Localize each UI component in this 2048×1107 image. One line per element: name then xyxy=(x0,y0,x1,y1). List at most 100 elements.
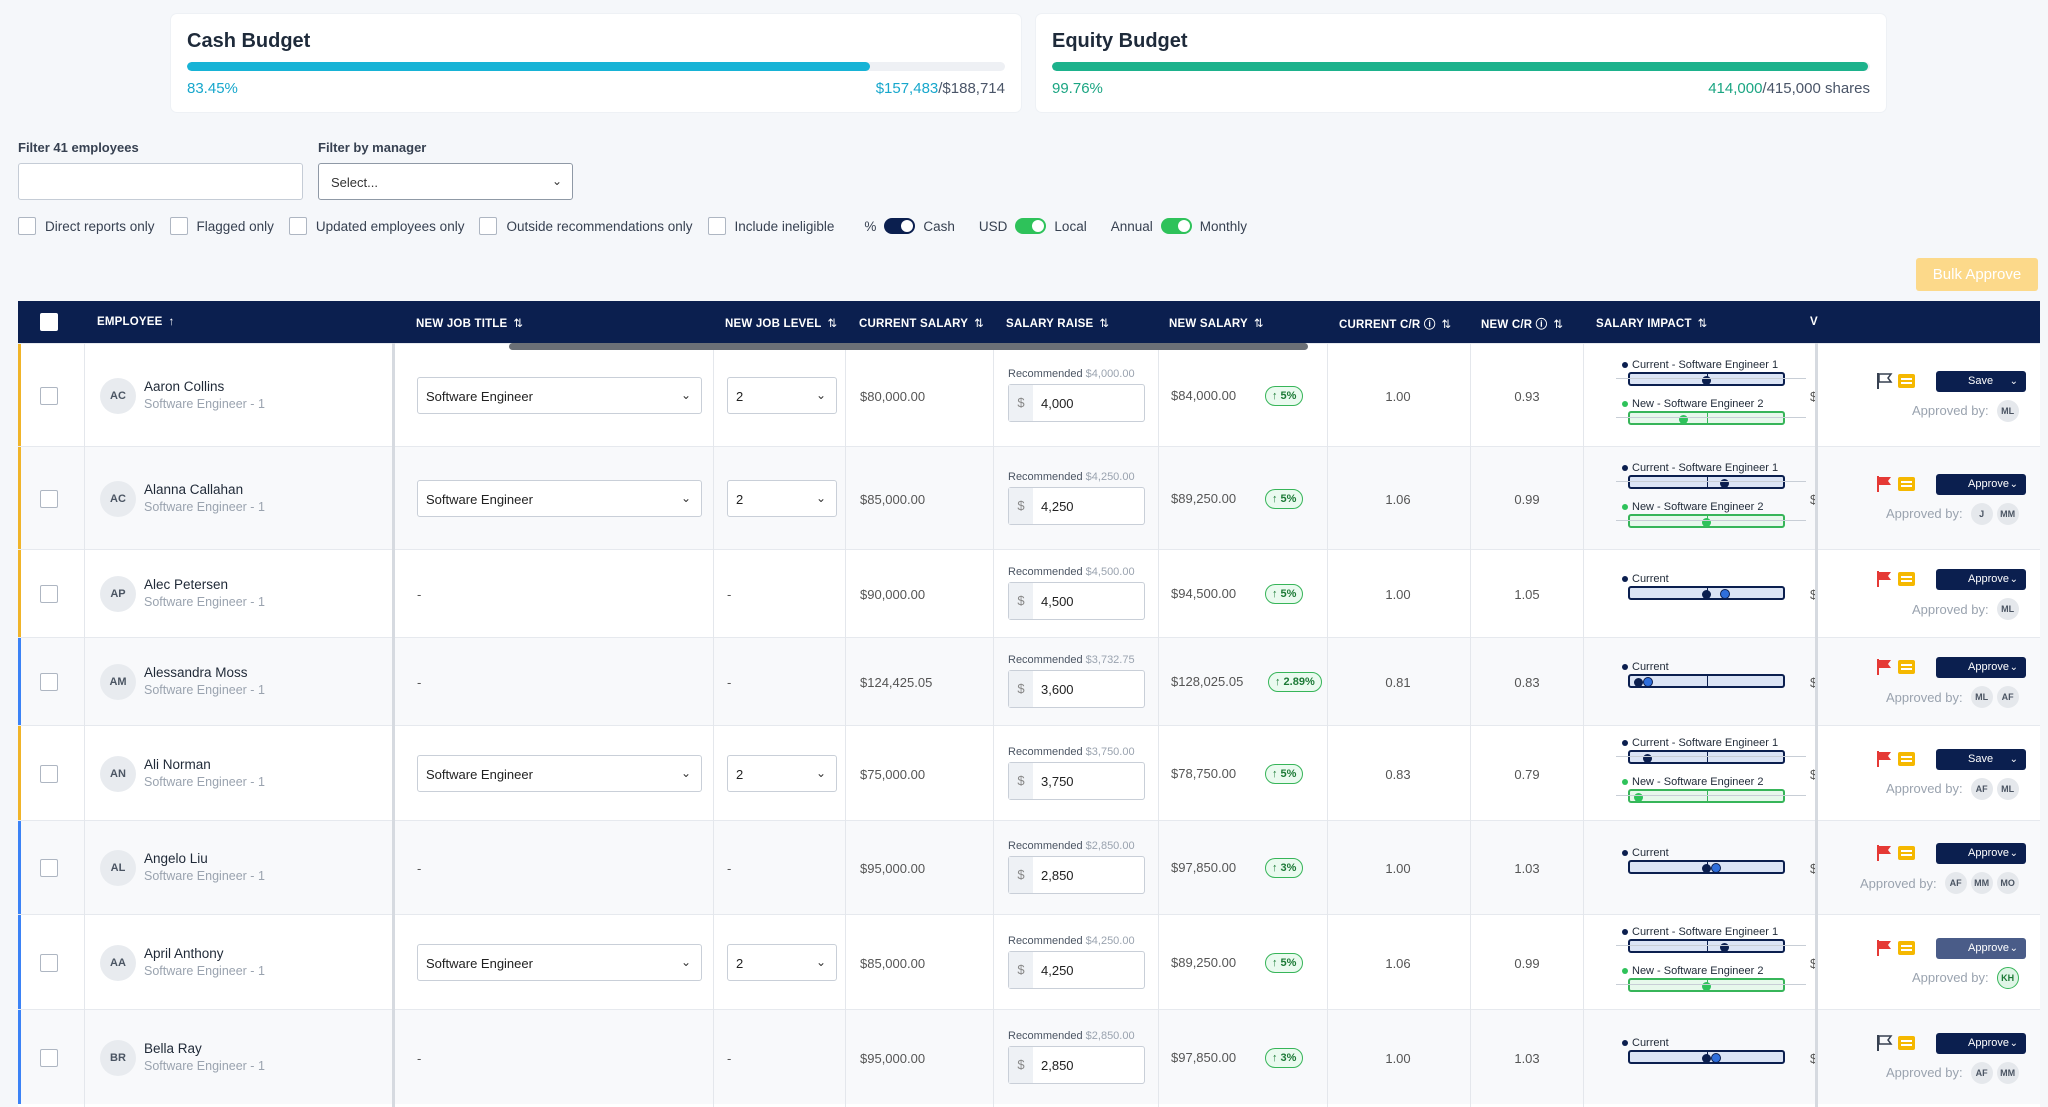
comment-icon[interactable] xyxy=(1898,572,1915,586)
column-current-salary[interactable]: CURRENT SALARY ⇅ xyxy=(859,316,984,330)
job-title-select[interactable]: Software Engineer ⌄ xyxy=(417,479,702,517)
comment-icon[interactable] xyxy=(1898,476,1915,491)
column-new-salary[interactable]: NEW SALARY ⇅ xyxy=(1169,316,1264,330)
flag-icon[interactable] xyxy=(1876,372,1894,390)
row-checkbox[interactable] xyxy=(40,386,58,405)
employee-name[interactable]: Aaron Collins xyxy=(144,379,224,394)
checkbox-box[interactable] xyxy=(169,217,188,235)
comment-icon[interactable] xyxy=(1898,373,1915,388)
comment-icon[interactable] xyxy=(1898,1035,1915,1050)
approve-button[interactable]: Approve ⌄ xyxy=(1936,937,2026,959)
approve-button[interactable]: Approve ⌄ xyxy=(1936,473,2026,495)
job-level-select[interactable]: 2 ⌄ xyxy=(727,943,837,981)
approve-button[interactable]: Approve ⌄ xyxy=(1936,843,2026,864)
row-checkbox[interactable] xyxy=(40,953,58,972)
job-level-select[interactable]: 2 ⌄ xyxy=(727,479,837,517)
select-all-checkbox[interactable] xyxy=(40,313,58,331)
job-title-select[interactable]: Software Engineer ⌄ xyxy=(417,754,702,792)
row-checkbox[interactable] xyxy=(40,1048,58,1067)
avatar: AL xyxy=(100,850,136,886)
horizontal-scrollbar[interactable] xyxy=(509,343,1308,350)
comment-icon[interactable] xyxy=(1898,751,1915,766)
comment-icon[interactable] xyxy=(1898,940,1915,955)
approve-button[interactable]: Approve ⌄ xyxy=(1936,1032,2026,1054)
salary-raise-input[interactable]: $4,500 xyxy=(1008,582,1145,620)
filter-employees-input[interactable] xyxy=(18,163,303,200)
salary-raise-input[interactable]: $2,850 xyxy=(1008,1045,1145,1084)
job-level-select[interactable]: 2 ⌄ xyxy=(727,376,837,414)
bulk-approve-button[interactable]: Bulk Approve xyxy=(1916,258,2038,291)
approve-button[interactable]: Approve ⌄ xyxy=(1936,657,2026,678)
salary-raise-input[interactable]: $4,250 xyxy=(1008,486,1145,525)
column-new-cr[interactable]: NEW C/R ⓘ ⇅ xyxy=(1481,316,1563,332)
row-checkbox[interactable] xyxy=(40,859,58,877)
approve-button[interactable]: Approve ⌄ xyxy=(1936,569,2026,590)
employee-name[interactable]: April Anthony xyxy=(144,946,224,961)
checkbox-direct-reports[interactable]: Direct reports only xyxy=(18,217,155,235)
row-actions-icons xyxy=(1876,844,1916,864)
salary-raise-input[interactable]: $2,850 xyxy=(1008,856,1145,894)
save-button[interactable]: Save ⌄ xyxy=(1936,370,2026,392)
column-employee[interactable]: EMPLOYEE ↑ xyxy=(97,316,174,328)
comment-icon[interactable] xyxy=(1898,846,1915,860)
job-title-value: Software Engineer xyxy=(426,491,533,507)
employee-name[interactable]: Alessandra Moss xyxy=(144,665,248,680)
toggle-annual-monthly[interactable]: Annual Monthly xyxy=(1111,218,1247,234)
current-salary-range-bar xyxy=(1628,860,1785,874)
job-level-select[interactable]: 2 ⌄ xyxy=(727,754,837,792)
column-job-title[interactable]: NEW JOB TITLE ⇅ xyxy=(416,316,523,330)
salary-raise-input[interactable]: $4,000 xyxy=(1008,383,1145,422)
employee-name[interactable]: Alec Petersen xyxy=(144,577,228,592)
sort-icon: ⇅ xyxy=(974,318,984,330)
column-current-cr[interactable]: CURRENT C/R ⓘ ⇅ xyxy=(1339,316,1451,332)
employee-name[interactable]: Angelo Liu xyxy=(144,851,208,866)
filter-manager-select[interactable]: Select... ⌄ xyxy=(318,163,573,200)
flag-icon[interactable] xyxy=(1876,658,1894,676)
flag-icon[interactable] xyxy=(1876,844,1894,862)
column-job-level[interactable]: NEW JOB LEVEL ⇅ xyxy=(725,316,837,330)
raise-percent-badge: ↑ 3% xyxy=(1265,1047,1304,1068)
salary-raise-input[interactable]: $4,250 xyxy=(1008,950,1145,989)
help-icon: ⓘ xyxy=(1423,319,1436,331)
impact-current-label: Current xyxy=(1622,847,1669,859)
salary-raise-input[interactable]: $3,750 xyxy=(1008,761,1145,800)
checkbox-updated[interactable]: Updated employees only xyxy=(288,217,464,235)
checkbox-flagged[interactable]: Flagged only xyxy=(169,217,274,235)
row-checkbox[interactable] xyxy=(40,764,58,783)
comment-icon[interactable] xyxy=(1898,660,1915,674)
checkbox-box[interactable] xyxy=(18,217,36,235)
toggle-switch[interactable] xyxy=(1160,218,1192,234)
salary-raise-input[interactable]: $3,600 xyxy=(1008,670,1145,708)
checkbox-box[interactable] xyxy=(288,217,307,235)
row-checkbox[interactable] xyxy=(40,585,58,603)
save-button[interactable]: Save ⌄ xyxy=(1936,748,2026,770)
job-title-select[interactable]: Software Engineer ⌄ xyxy=(417,376,702,414)
checkbox-outside-recommendations[interactable]: Outside recommendations only xyxy=(479,217,693,235)
flag-icon[interactable] xyxy=(1876,750,1894,768)
approved-by: Approved by: ML AF xyxy=(1886,686,2019,708)
column-salary-raise[interactable]: SALARY RAISE ⇅ xyxy=(1006,316,1109,330)
job-title-select[interactable]: Software Engineer ⌄ xyxy=(417,943,702,981)
checkbox-box[interactable] xyxy=(479,217,498,235)
toggle-switch[interactable] xyxy=(1015,218,1047,234)
row-checkbox[interactable] xyxy=(40,489,58,508)
toggle-switch[interactable] xyxy=(884,218,916,234)
toggle-usd-local[interactable]: USD Local xyxy=(979,218,1087,234)
flag-icon[interactable] xyxy=(1876,570,1894,588)
flag-icon[interactable] xyxy=(1876,1034,1894,1052)
column-divider xyxy=(1815,343,1818,1107)
equity-budget-fill xyxy=(1052,62,1869,71)
row-checkbox[interactable] xyxy=(40,673,58,691)
checkbox-include-ineligible[interactable]: Include ineligible xyxy=(707,217,834,235)
employee-name[interactable]: Bella Ray xyxy=(144,1041,202,1056)
checkbox-box[interactable] xyxy=(707,217,726,235)
flag-icon[interactable] xyxy=(1876,475,1894,493)
toggle-percent-cash[interactable]: % Cash xyxy=(864,218,955,234)
employee-name[interactable]: Ali Norman xyxy=(144,757,211,772)
flag-icon[interactable] xyxy=(1876,939,1894,957)
employee-name[interactable]: Alanna Callahan xyxy=(144,482,243,497)
dollar-icon: $ xyxy=(1009,857,1033,893)
column-salary-impact[interactable]: SALARY IMPACT ⇅ xyxy=(1596,316,1708,330)
column-label: NEW SALARY xyxy=(1169,318,1248,330)
recommended-label: Recommended xyxy=(1008,745,1083,758)
